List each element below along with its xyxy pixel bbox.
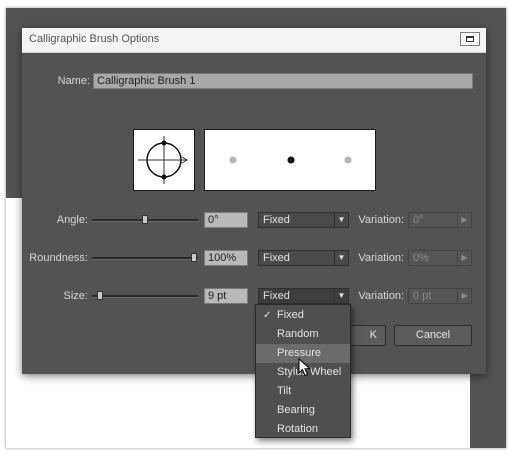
size-slider-thumb[interactable] xyxy=(97,291,103,300)
chevron-right-icon: ▶ xyxy=(457,213,471,227)
roundness-slider-thumb[interactable] xyxy=(191,253,197,262)
size-variation-select[interactable]: 0 pt ▶ xyxy=(408,288,472,304)
calligraphic-brush-options-dialog: Calligraphic Brush Options Name: Calligr… xyxy=(22,28,486,374)
dialog-titlebar[interactable]: Calligraphic Brush Options xyxy=(22,28,486,53)
size-mode-select[interactable]: Fixed ▼ xyxy=(258,288,349,304)
size-variation-label: Variation: xyxy=(358,290,404,302)
window-restore-icon[interactable] xyxy=(460,32,480,46)
roundness-input[interactable]: 100% xyxy=(204,250,248,266)
name-label: Name: xyxy=(57,75,90,87)
chevron-right-icon: ▶ xyxy=(457,251,471,265)
name-input[interactable]: Calligraphic Brush 1 xyxy=(93,73,473,89)
menu-item-rotation[interactable]: Rotation xyxy=(256,420,350,439)
brush-shape-icon xyxy=(138,136,188,184)
menu-item-bearing[interactable]: Bearing xyxy=(256,401,350,420)
menu-item-random[interactable]: Random xyxy=(256,325,350,344)
brush-dot-preview xyxy=(229,156,352,164)
menu-item-fixed[interactable]: ✓ Fixed xyxy=(256,306,350,325)
angle-input[interactable]: 0° xyxy=(204,212,248,228)
size-slider-track[interactable] xyxy=(92,295,198,298)
chevron-right-icon: ▶ xyxy=(457,289,471,303)
size-label: Size: xyxy=(63,290,88,302)
cancel-button[interactable]: Cancel xyxy=(394,325,472,346)
menu-item-tilt[interactable]: Tilt xyxy=(256,382,350,401)
mouse-pointer-icon xyxy=(298,358,312,377)
cancel-button-label: Cancel xyxy=(415,329,451,341)
dialog-title: Calligraphic Brush Options xyxy=(29,33,160,45)
roundness-label: Roundness: xyxy=(29,252,88,264)
menu-item-label: Bearing xyxy=(277,404,315,416)
angle-label: Angle: xyxy=(56,214,88,226)
brush-angle-preview[interactable] xyxy=(133,129,195,191)
menu-item-label: Random xyxy=(277,328,319,340)
roundness-slider-track[interactable] xyxy=(92,257,198,260)
angle-slider-thumb[interactable] xyxy=(142,215,148,224)
menu-item-label: Fixed xyxy=(277,309,304,321)
roundness-mode-value: Fixed xyxy=(263,252,290,264)
menu-item-label: Tilt xyxy=(277,385,292,397)
ok-button-label: K xyxy=(369,329,377,341)
roundness-variation-label: Variation: xyxy=(358,252,404,264)
size-mode-value: Fixed xyxy=(263,290,290,302)
size-input[interactable]: 9 pt xyxy=(204,288,248,304)
chevron-down-icon: ▼ xyxy=(334,289,348,303)
chevron-down-icon: ▼ xyxy=(334,251,348,265)
chevron-down-icon: ▼ xyxy=(334,213,348,227)
menu-item-label: Rotation xyxy=(277,423,318,435)
angle-variation-select[interactable]: 0° ▶ xyxy=(408,212,472,228)
roundness-mode-select[interactable]: Fixed ▼ xyxy=(258,250,349,266)
size-variation-value: 0 pt xyxy=(413,290,432,302)
checkmark-icon: ✓ xyxy=(263,310,272,321)
brush-size-preview xyxy=(204,129,376,191)
angle-mode-value: Fixed xyxy=(263,214,290,226)
roundness-variation-select[interactable]: 0% ▶ xyxy=(408,250,472,266)
angle-mode-select[interactable]: Fixed ▼ xyxy=(258,212,349,228)
roundness-variation-value: 0% xyxy=(413,252,429,264)
angle-variation-label: Variation: xyxy=(358,214,404,226)
angle-variation-value: 0° xyxy=(413,214,424,226)
